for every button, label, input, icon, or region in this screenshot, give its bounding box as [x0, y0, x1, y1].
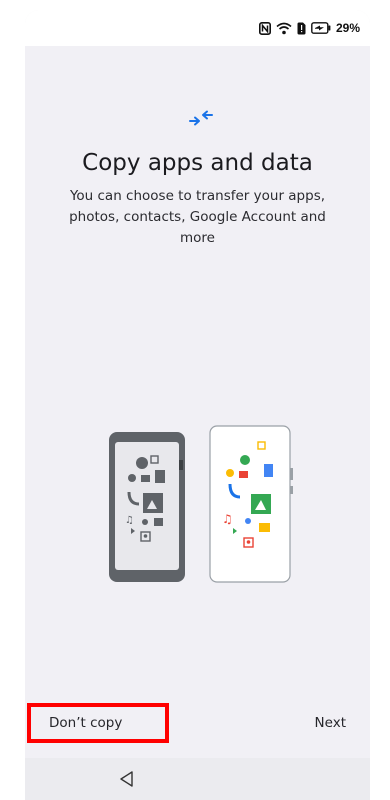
back-triangle-icon[interactable]: [118, 770, 136, 788]
svg-text:♫: ♫: [125, 515, 134, 526]
page-subtitle: You can choose to transfer your apps, ph…: [69, 188, 326, 246]
status-icons: 29%: [258, 20, 360, 36]
old-phone-icon: ♫: [109, 432, 185, 582]
navigation-bar: [25, 758, 370, 800]
battery-icon: [311, 22, 331, 34]
sim-icon: [297, 22, 306, 35]
bottom-action-bar: Don’t copy Next: [25, 700, 370, 752]
svg-text:♫: ♫: [222, 512, 233, 526]
next-button[interactable]: Next: [315, 715, 346, 731]
battery-percentage: 29%: [335, 21, 360, 35]
new-phone-icon: ♫: [209, 425, 293, 583]
dont-copy-button[interactable]: Don’t copy: [27, 703, 169, 743]
nfc-icon: [258, 21, 271, 35]
status-bar: 29%: [25, 10, 370, 46]
page-title: Copy apps and data: [82, 150, 313, 176]
screen: 29% Copy apps and data You can choose to…: [25, 10, 370, 800]
transfer-arrows-icon: [188, 108, 214, 128]
phones-illustration: ♫ ♫: [107, 420, 297, 585]
wifi-icon: [276, 22, 292, 35]
